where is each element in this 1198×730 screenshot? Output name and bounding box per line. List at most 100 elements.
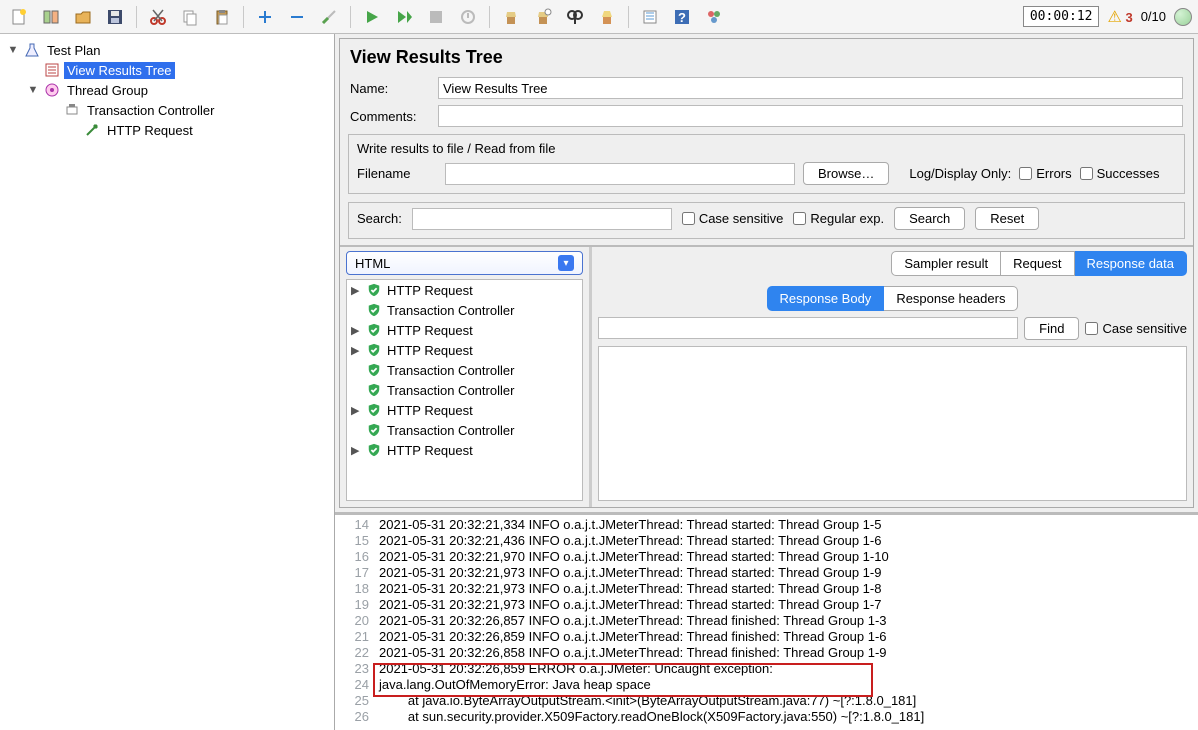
search-button[interactable]: Search <box>894 207 965 230</box>
log-line: 24java.lang.OutOfMemoryError: Java heap … <box>339 677 1194 693</box>
search-group: Search: Case sensitive Regular exp. Sear… <box>348 202 1185 239</box>
browse-button[interactable]: Browse… <box>803 162 889 185</box>
successes-checkbox[interactable]: Successes <box>1080 166 1160 181</box>
log-line: 162021-05-31 20:32:21,970 INFO o.a.j.t.J… <box>339 549 1194 565</box>
tree-node-transaction-controller[interactable]: Transaction Controller <box>4 100 330 120</box>
search-label: Search: <box>357 211 402 226</box>
sampler-result-row[interactable]: ▶HTTP Request <box>347 440 582 460</box>
panel-title: View Results Tree <box>340 39 1193 74</box>
sampler-label: HTTP Request <box>387 403 473 418</box>
search-input[interactable] <box>412 208 672 230</box>
sampler-label: Transaction Controller <box>387 363 514 378</box>
thread-group-icon <box>44 82 60 98</box>
sampler-result-row[interactable]: Transaction Controller <box>347 380 582 400</box>
regex-checkbox[interactable]: Regular exp. <box>793 211 884 226</box>
start-no-timers-icon[interactable] <box>391 4 417 30</box>
renderer-value: HTML <box>355 256 390 271</box>
search-tree-icon[interactable] <box>562 4 588 30</box>
tree-toggle-icon[interactable]: ▼ <box>6 44 20 56</box>
success-shield-icon <box>367 283 381 297</box>
clear-icon[interactable] <box>498 4 524 30</box>
chevron-down-icon: ▾ <box>558 255 574 271</box>
expand-icon[interactable] <box>252 4 278 30</box>
expand-arrow-icon[interactable]: ▶ <box>351 324 361 337</box>
response-body-view[interactable] <box>598 346 1187 501</box>
log-line: 222021-05-31 20:32:26,858 INFO o.a.j.t.J… <box>339 645 1194 661</box>
reset-search-icon[interactable] <box>594 4 620 30</box>
collapse-icon[interactable] <box>284 4 310 30</box>
name-input[interactable] <box>438 77 1183 99</box>
tree-node-view-results-tree[interactable]: View Results Tree <box>4 60 330 80</box>
sampler-results-list[interactable]: ▶ HTTP Request Transaction Controller ▶ HTTP… <box>346 279 583 501</box>
stop-icon[interactable] <box>423 4 449 30</box>
tree-label: View Results Tree <box>64 62 175 79</box>
reset-button[interactable]: Reset <box>975 207 1039 230</box>
filename-label: Filename <box>357 166 437 181</box>
case-sensitive-checkbox[interactable]: Case sensitive <box>682 211 784 226</box>
tab-request[interactable]: Request <box>1001 251 1074 276</box>
warning-count: 3 <box>1125 10 1132 25</box>
copy-icon[interactable] <box>177 4 203 30</box>
find-input[interactable] <box>598 317 1018 339</box>
tree-node-thread-group[interactable]: ▼ Thread Group <box>4 80 330 100</box>
templates-icon[interactable] <box>38 4 64 30</box>
paste-icon[interactable] <box>209 4 235 30</box>
expand-arrow-icon[interactable]: ▶ <box>351 404 361 417</box>
open-icon[interactable] <box>70 4 96 30</box>
save-icon[interactable] <box>102 4 128 30</box>
log-line: 26 at sun.security.provider.X509Factory.… <box>339 709 1194 725</box>
warnings-indicator[interactable]: ⚠ 3 <box>1107 7 1132 27</box>
success-shield-icon <box>367 303 381 317</box>
expand-arrow-icon[interactable]: ▶ <box>351 444 361 457</box>
sampler-result-row[interactable]: ▶ HTTP Request <box>347 400 582 420</box>
function-helper-icon[interactable] <box>637 4 663 30</box>
sampler-result-row[interactable]: Transaction Controller <box>347 300 582 320</box>
subtab-response-body[interactable]: Response Body <box>767 286 885 311</box>
log-line: 192021-05-31 20:32:21,973 INFO o.a.j.t.J… <box>339 597 1194 613</box>
filename-input[interactable] <box>445 163 795 185</box>
toggle-icon[interactable] <box>316 4 342 30</box>
comments-input[interactable] <box>438 105 1183 127</box>
tree-node-test-plan[interactable]: ▼ Test Plan <box>4 40 330 60</box>
plugins-icon[interactable] <box>701 4 727 30</box>
start-icon[interactable] <box>359 4 385 30</box>
sampler-result-row[interactable]: ▶ HTTP Request <box>347 280 582 300</box>
log-line: 152021-05-31 20:32:21,436 INFO o.a.j.t.J… <box>339 533 1194 549</box>
tab-response-data[interactable]: Response data <box>1075 251 1187 276</box>
response-subtabs: Response Body Response headers <box>592 282 1193 311</box>
sampler-icon <box>84 122 100 138</box>
clear-all-icon[interactable] <box>530 4 556 30</box>
test-plan-tree[interactable]: ▼ Test Plan View Results Tree ▼ Thread G… <box>0 34 335 730</box>
sampler-result-row[interactable]: ▶ HTTP Request <box>347 340 582 360</box>
sampler-result-row[interactable]: Transaction Controller <box>347 420 582 440</box>
tree-node-http-request[interactable]: HTTP Request <box>4 120 330 140</box>
renderer-select[interactable]: HTML ▾ <box>346 251 583 275</box>
file-group-legend: Write results to file / Read from file <box>357 139 1176 158</box>
find-button[interactable]: Find <box>1024 317 1079 340</box>
tree-toggle-icon[interactable]: ▼ <box>26 84 40 96</box>
sampler-label: HTTP Request <box>387 343 473 358</box>
active-threads-label: 0/10 <box>1141 9 1166 24</box>
svg-text:?: ? <box>678 10 686 25</box>
sampler-label: HTTP Request <box>387 283 473 298</box>
results-tree-icon <box>44 62 60 78</box>
errors-checkbox[interactable]: Errors <box>1019 166 1071 181</box>
find-case-checkbox[interactable]: Case sensitive <box>1085 317 1187 340</box>
new-icon[interactable] <box>6 4 32 30</box>
main-toolbar: ? 00:00:12 ⚠ 3 0/10 <box>0 0 1198 34</box>
sampler-label: Transaction Controller <box>387 303 514 318</box>
expand-arrow-icon[interactable]: ▶ <box>351 344 361 357</box>
sampler-label: Transaction Controller <box>387 423 514 438</box>
help-icon[interactable]: ? <box>669 4 695 30</box>
sampler-result-row[interactable]: Transaction Controller <box>347 360 582 380</box>
log-panel[interactable]: 142021-05-31 20:32:21,334 INFO o.a.j.t.J… <box>335 512 1198 730</box>
expand-arrow-icon[interactable]: ▶ <box>351 284 361 297</box>
subtab-response-headers[interactable]: Response headers <box>884 286 1018 311</box>
flask-icon <box>24 42 40 58</box>
shutdown-icon[interactable] <box>455 4 481 30</box>
tree-label: Transaction Controller <box>84 102 217 119</box>
status-led-icon <box>1174 8 1192 26</box>
tab-sampler-result[interactable]: Sampler result <box>891 251 1001 276</box>
cut-icon[interactable] <box>145 4 171 30</box>
sampler-result-row[interactable]: ▶HTTP Request <box>347 320 582 340</box>
